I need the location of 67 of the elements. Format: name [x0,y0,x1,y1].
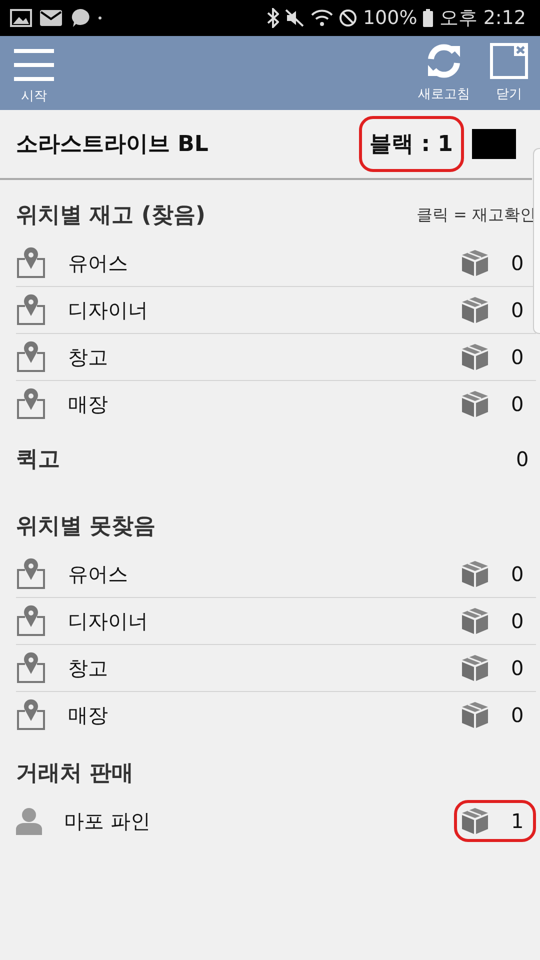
color-label: 블랙 : 1 [358,116,464,172]
count: 0 [511,703,523,727]
box-icon [461,807,489,835]
hint-text: 클릭 = 재고확인 [416,204,536,226]
person-icon [16,807,42,835]
location-row[interactable]: 창고 0 [16,334,536,381]
count: 0 [511,298,523,322]
row-label: 창고 [68,654,109,682]
count: 0 [511,345,523,369]
clock: 오후 2:12 [439,6,526,31]
bluetooth-icon [266,8,279,28]
count: 0 [511,656,523,680]
section-title: 위치별 재고 (찾음) [16,202,206,230]
count: 0 [511,392,523,416]
map-pin-icon [16,652,46,684]
box-icon [461,654,489,682]
count: 0 [516,447,528,471]
row-label: 창고 [68,344,109,370]
row-label: 마포 파인 [64,808,152,834]
section-title: 거래처 판매 [16,760,134,788]
close-window-icon [490,43,528,79]
row-label: 유어스 [68,250,129,276]
location-row[interactable]: 창고 0 [16,645,536,692]
customer-row[interactable]: 마포 파인 1 [16,798,536,844]
map-pin-icon [16,558,46,590]
row-label: 디자이너 [68,608,149,634]
map-pin-icon [16,605,46,637]
product-name: 소라스트라이브 BL [16,131,210,159]
row-label: 매장 [68,702,109,728]
image-icon [10,9,32,27]
row-label: 디자이너 [68,296,149,324]
map-pin-icon [16,699,46,731]
location-row[interactable]: 디자이너 0 [16,598,536,645]
box-icon [461,249,489,277]
box-icon [461,701,489,729]
map-pin-icon [16,294,46,326]
battery-icon [423,9,434,27]
box-icon [461,607,489,635]
blocked-icon [338,9,357,27]
count: 1 [511,809,523,833]
location-row[interactable]: 디자이너 0 [16,287,536,334]
location-row[interactable]: 매장 0 [16,692,536,738]
count: 0 [511,562,523,586]
map-pin-icon [16,388,46,420]
row-label: 유어스 [68,560,129,588]
row-label: 매장 [68,390,109,418]
location-row[interactable]: 매장 0 [16,381,536,427]
location-row[interactable]: 유어스 0 [16,240,536,287]
menu-icon [14,49,54,81]
battery-percent: 100% [362,7,418,29]
mute-icon [284,9,305,27]
box-icon [461,390,489,418]
refresh-icon [425,43,463,79]
box-icon [461,560,489,588]
count: 0 [511,609,523,633]
box-icon [461,343,489,371]
map-pin-icon [16,247,46,279]
section-title: 퀵고 [16,446,60,474]
box-icon [461,296,489,324]
chat-bubble-icon [70,8,90,28]
dot-icon [98,16,102,20]
map-pin-icon [16,341,46,373]
mail-icon [40,10,62,26]
count: 0 [511,251,523,275]
wifi-icon [310,9,333,27]
section-title: 위치별 못찾음 [16,513,156,541]
location-row[interactable]: 유어스 0 [16,551,536,598]
